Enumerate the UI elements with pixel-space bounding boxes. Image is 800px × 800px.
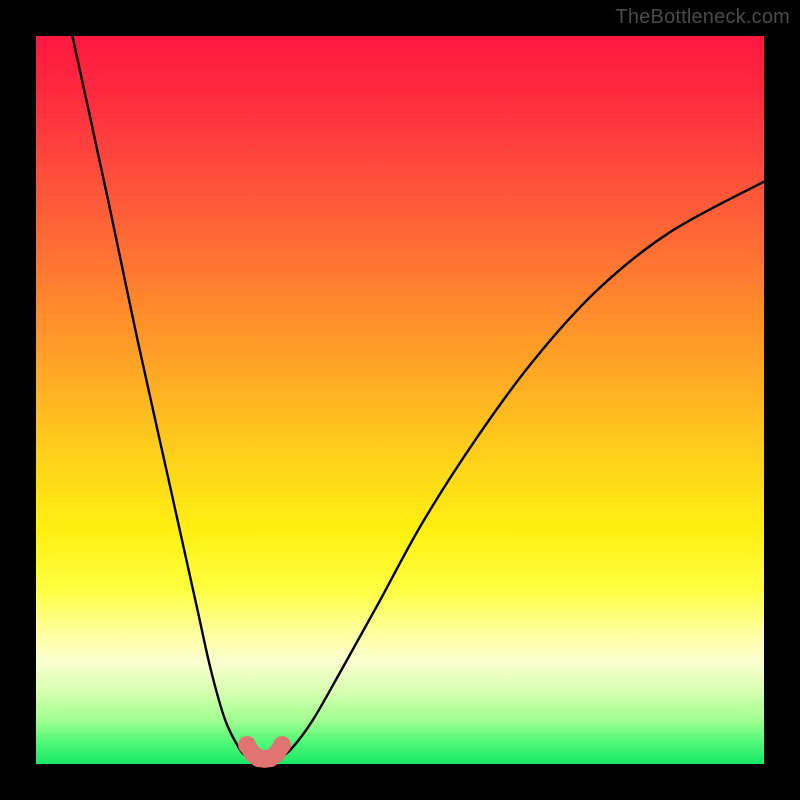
dot-cluster	[238, 736, 291, 768]
chart-svg	[36, 36, 764, 764]
plot-area	[36, 36, 764, 764]
right-curve-path	[276, 182, 764, 761]
chart-frame: TheBottleneck.com	[0, 0, 800, 800]
valley-dot	[273, 736, 291, 754]
left-curve-path	[72, 36, 254, 760]
attribution-label: TheBottleneck.com	[615, 6, 790, 29]
curve-right-branch	[276, 182, 764, 761]
curve-left-branch	[72, 36, 254, 760]
